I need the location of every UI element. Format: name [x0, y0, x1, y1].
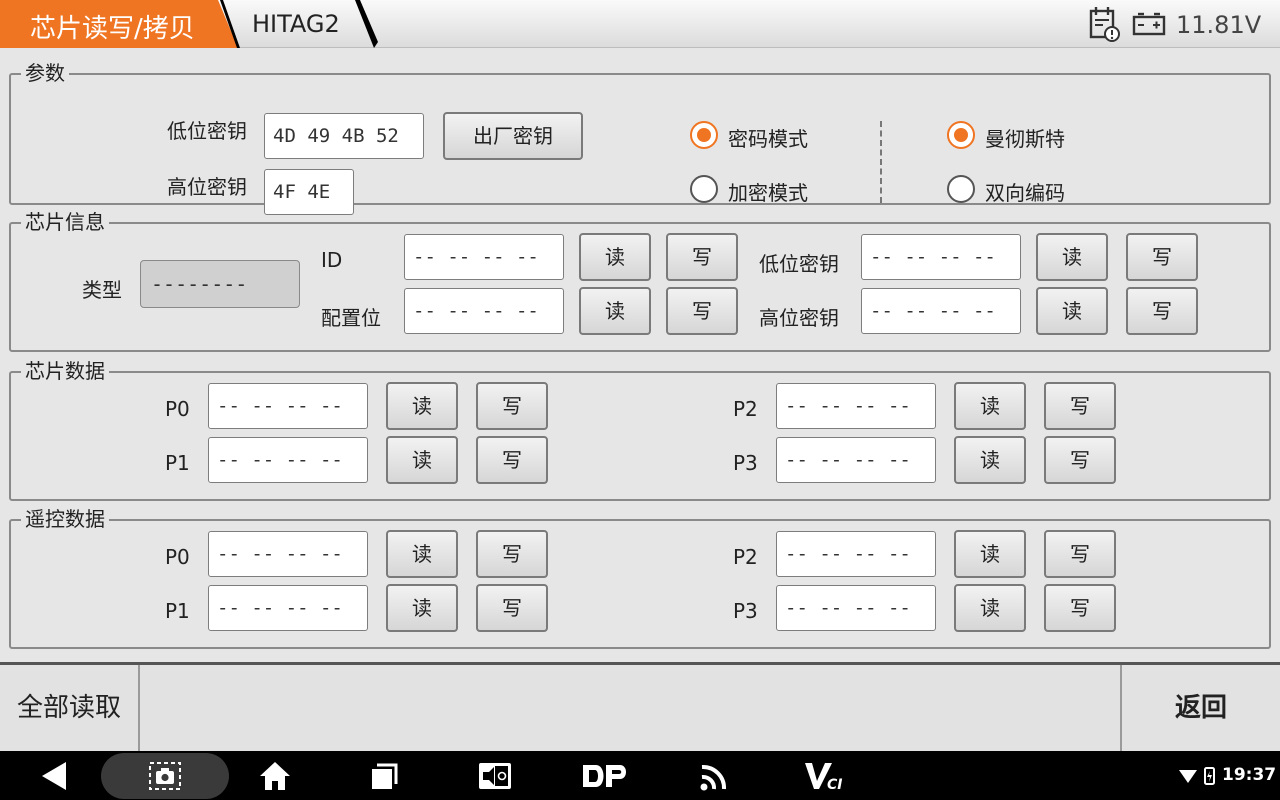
high-key-write-button[interactable]: 写 — [1126, 287, 1198, 335]
config-read-button[interactable]: 读 — [579, 287, 651, 335]
remote-data-p0-read-button[interactable]: 读 — [386, 530, 458, 578]
back-triangle-icon[interactable] — [38, 759, 70, 793]
recent-apps-icon[interactable] — [368, 759, 400, 793]
chip-info-group: 芯片信息 类型 -------- ID -- -- -- -- 读 写 配置位 … — [9, 210, 1271, 352]
chip-data-p2-input[interactable]: -- -- -- -- — [776, 383, 936, 429]
info-high-key-input[interactable]: -- -- -- -- — [861, 288, 1021, 334]
info-low-key-label: 低位密钥 — [759, 252, 839, 276]
radio-biphase[interactable] — [947, 175, 975, 203]
remote-data-p2-input[interactable]: -- -- -- -- — [776, 531, 936, 577]
action-bar: 全部读取 返回 — [0, 665, 1280, 751]
chip-data-p1-write-button[interactable]: 写 — [476, 436, 548, 484]
remote-data-title: 遥控数据 — [21, 507, 109, 531]
chip-data-title: 芯片数据 — [21, 359, 109, 383]
encrypt-mode-label: 加密模式 — [728, 181, 808, 205]
type-label: 类型 — [82, 278, 122, 302]
chip-data-p1-label: P1 — [165, 451, 190, 475]
remote-data-p3-write-button[interactable]: 写 — [1044, 584, 1116, 632]
id-read-button[interactable]: 读 — [579, 233, 651, 281]
radio-manchester[interactable] — [947, 121, 975, 149]
wifi-battery-status-icon — [1179, 767, 1215, 785]
chip-data-p0-label: P0 — [165, 397, 190, 421]
factory-key-button[interactable]: 出厂密钥 — [443, 112, 583, 160]
biphase-label: 双向编码 — [985, 181, 1065, 205]
remote-data-p0-input[interactable]: -- -- -- -- — [208, 531, 368, 577]
system-time: 19:37 — [1222, 765, 1277, 785]
remote-data-group: 遥控数据 P0 -- -- -- -- 读 写 P1 -- -- -- -- 读… — [9, 507, 1271, 649]
dp-logo-icon[interactable] — [580, 759, 630, 793]
remote-data-p1-input[interactable]: -- -- -- -- — [208, 585, 368, 631]
info-high-key-label: 高位密钥 — [759, 306, 839, 330]
home-icon[interactable] — [258, 759, 292, 793]
divider — [880, 121, 882, 203]
chip-data-p3-read-button[interactable]: 读 — [954, 436, 1026, 484]
chip-data-p2-read-button[interactable]: 读 — [954, 382, 1026, 430]
back-button[interactable]: 返回 — [1120, 665, 1280, 751]
wireless-signal-icon[interactable] — [698, 759, 730, 793]
remote-data-p1-write-button[interactable]: 写 — [476, 584, 548, 632]
calendar-alert-icon[interactable] — [1089, 6, 1121, 42]
chip-data-p1-input[interactable]: -- -- -- -- — [208, 437, 368, 483]
config-label: 配置位 — [321, 306, 381, 330]
content-area: 参数 低位密钥 4D 49 4B 52 出厂密钥 高位密钥 4F 4E 密码模式… — [0, 49, 1280, 665]
remote-data-p0-label: P0 — [165, 545, 190, 569]
battery-voltage: 11.81V — [1176, 11, 1262, 39]
remote-data-p3-input[interactable]: -- -- -- -- — [776, 585, 936, 631]
low-key-input[interactable]: 4D 49 4B 52 — [264, 113, 424, 159]
config-input[interactable]: -- -- -- -- — [404, 288, 564, 334]
radio-encrypt-mode[interactable] — [690, 175, 718, 203]
system-nav-bar: CI 19:37 — [0, 751, 1280, 800]
remote-data-p3-read-button[interactable]: 读 — [954, 584, 1026, 632]
high-key-label: 高位密钥 — [167, 175, 247, 199]
chip-data-p0-input[interactable]: -- -- -- -- — [208, 383, 368, 429]
password-mode-label: 密码模式 — [728, 127, 808, 151]
remote-data-p0-write-button[interactable]: 写 — [476, 530, 548, 578]
chip-info-title: 芯片信息 — [21, 210, 109, 234]
low-key-read-button[interactable]: 读 — [1036, 233, 1108, 281]
config-write-button[interactable]: 写 — [666, 287, 738, 335]
remote-data-p2-read-button[interactable]: 读 — [954, 530, 1026, 578]
params-group: 参数 低位密钥 4D 49 4B 52 出厂密钥 高位密钥 4F 4E 密码模式… — [9, 61, 1271, 215]
chip-data-p3-write-button[interactable]: 写 — [1044, 436, 1116, 484]
remote-data-p1-read-button[interactable]: 读 — [386, 584, 458, 632]
svg-text:CI: CI — [827, 777, 842, 793]
id-write-button[interactable]: 写 — [666, 233, 738, 281]
chip-data-p0-write-button[interactable]: 写 — [476, 382, 548, 430]
remote-data-p1-label: P1 — [165, 599, 190, 623]
low-key-write-button[interactable]: 写 — [1126, 233, 1198, 281]
manchester-label: 曼彻斯特 — [985, 127, 1065, 151]
tab-chip-read-write-copy-label: 芯片读写/拷贝 — [30, 14, 195, 44]
low-key-label: 低位密钥 — [167, 119, 247, 143]
chip-data-group: 芯片数据 P0 -- -- -- -- 读 写 P1 -- -- -- -- 读… — [9, 359, 1271, 501]
chip-data-p2-write-button[interactable]: 写 — [1044, 382, 1116, 430]
remote-data-p2-write-button[interactable]: 写 — [1044, 530, 1116, 578]
radio-password-mode[interactable] — [690, 121, 718, 149]
id-label: ID — [321, 248, 343, 272]
params-title: 参数 — [21, 61, 69, 85]
high-key-input[interactable]: 4F 4E — [264, 169, 354, 215]
remote-data-p3-label: P3 — [733, 599, 758, 623]
chip-data-p3-label: P3 — [733, 451, 758, 475]
chip-data-p1-read-button[interactable]: 读 — [386, 436, 458, 484]
read-all-button[interactable]: 全部读取 — [0, 665, 140, 751]
chip-data-p3-input[interactable]: -- -- -- -- — [776, 437, 936, 483]
car-battery-icon — [1132, 12, 1166, 36]
camera-icon — [149, 762, 181, 790]
tab-hitag2-label[interactable]: HITAG2 — [252, 10, 340, 38]
vci-logo-icon[interactable]: CI — [803, 759, 847, 793]
high-key-read-button[interactable]: 读 — [1036, 287, 1108, 335]
info-low-key-input[interactable]: -- -- -- -- — [861, 234, 1021, 280]
remote-data-p2-label: P2 — [733, 545, 758, 569]
chip-data-p2-label: P2 — [733, 397, 758, 421]
id-input[interactable]: -- -- -- -- — [404, 234, 564, 280]
brightness-icon[interactable] — [477, 759, 513, 793]
screenshot-button[interactable] — [101, 753, 229, 799]
chip-type-value: -------- — [140, 260, 300, 308]
chip-data-p0-read-button[interactable]: 读 — [386, 382, 458, 430]
